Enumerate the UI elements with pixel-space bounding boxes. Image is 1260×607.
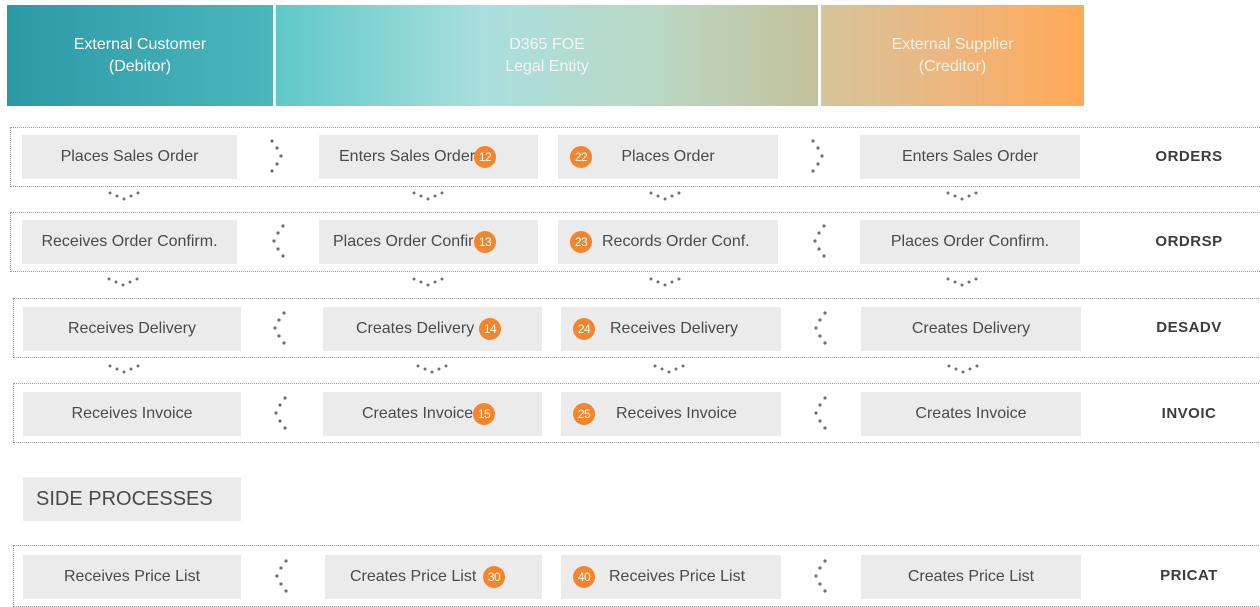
process-customer-receives-order-confirm: Receives Order Confirm. [22,220,237,264]
process-label: Records Order Conf. [602,233,750,250]
process-label: Enters Sales Order [339,148,476,165]
process-entity-enters-sales-order: Enters Sales Order 12 [319,135,538,179]
process-label: Receives Invoice [616,405,737,422]
process-entity-receives-price-list: 40 Receives Price List [561,555,781,599]
process-customer-receives-price-list: Receives Price List [23,555,241,599]
process-label: Creates Price List [907,568,1035,585]
chevron-down-icon [107,277,978,287]
step-number-badge: 24 [573,318,595,340]
process-label: Receives Price List [609,568,746,585]
message-type-invoic: INVOIC [1161,405,1217,422]
process-label: Places Order [621,148,715,165]
header-legal-entity: D365 FOE Legal Entity [276,5,818,106]
message-type-ordrsp: ORDRSP [1155,233,1223,250]
process-entity-creates-price-list: Creates Price List 30 [325,555,542,599]
process-label: Receives Price List [63,568,201,585]
header-entity-title: D365 FOE [509,35,585,53]
chevron-down-icon [108,191,978,201]
process-label: Receives Delivery [610,320,739,337]
step-number-badge: 23 [570,231,592,253]
process-entity-creates-invoice: Creates Invoice 15 [323,392,542,436]
process-label: Creates Invoice [915,405,1027,422]
step-number-badge: 40 [573,566,595,588]
process-label: Enters Sales Order [901,148,1039,165]
chevron-down-icon [108,364,979,374]
process-label: Receives Invoice [71,405,193,422]
process-label: Places Sales Order [60,148,199,165]
step-number-badge: 25 [573,403,595,425]
process-supplier-places-order-confirm: Places Order Confirm. [860,220,1080,264]
header-external-supplier: External Supplier (Creditor) [821,5,1084,106]
process-label: Creates Price List [350,568,477,585]
process-label: Creates Invoice [362,405,474,422]
side-processes-title: SIDE PROCESSES [23,477,241,521]
process-entity-receives-delivery: 24 Receives Delivery [561,307,781,351]
process-supplier-creates-delivery: Creates Delivery [861,307,1081,351]
process-entity-places-order: 22 Places Order [558,135,778,179]
header-customer-title: External Customer [73,35,207,53]
process-customer-receives-delivery: Receives Delivery [23,307,241,351]
step-number-badge: 30 [483,566,505,588]
process-entity-receives-invoice: 25 Receives Invoice [561,392,781,436]
header-supplier-subtitle: (Creditor) [918,57,987,75]
process-supplier-creates-invoice: Creates Invoice [861,392,1081,436]
header-external-customer: External Customer (Debitor) [7,5,273,106]
message-type-pricat: PRICAT [1160,567,1218,584]
process-label: Receives Delivery [67,320,197,337]
step-number-badge: 13 [474,231,496,253]
step-number-badge: 15 [473,403,495,425]
step-number-badge: 14 [479,318,501,340]
header-supplier-title: External Supplier [891,35,1014,53]
process-label: Receives Order Confirm. [41,233,218,250]
process-label: Places Order Confirm. [890,233,1050,250]
process-customer-places-sales-order: Places Sales Order [22,135,237,179]
header-customer-subtitle: (Debitor) [108,57,172,75]
process-supplier-enters-sales-order: Enters Sales Order [860,135,1080,179]
process-customer-receives-invoice: Receives Invoice [23,392,241,436]
process-entity-creates-delivery: Creates Delivery 14 [323,307,542,351]
step-number-badge: 12 [474,146,496,168]
process-entity-records-order-conf: 23 Records Order Conf. [558,220,778,264]
process-label: Creates Delivery [356,320,475,337]
header-entity-subtitle: Legal Entity [505,57,589,75]
process-label: Creates Delivery [911,320,1031,337]
process-supplier-creates-price-list: Creates Price List [861,555,1081,599]
step-number-badge: 22 [570,146,592,168]
process-entity-places-order-confirm: Places Order Confirm. 13 [319,220,538,264]
process-label: Places Order Confirm. [333,233,492,250]
message-type-orders: ORDERS [1155,148,1223,165]
message-type-desadv: DESADV [1156,319,1222,336]
